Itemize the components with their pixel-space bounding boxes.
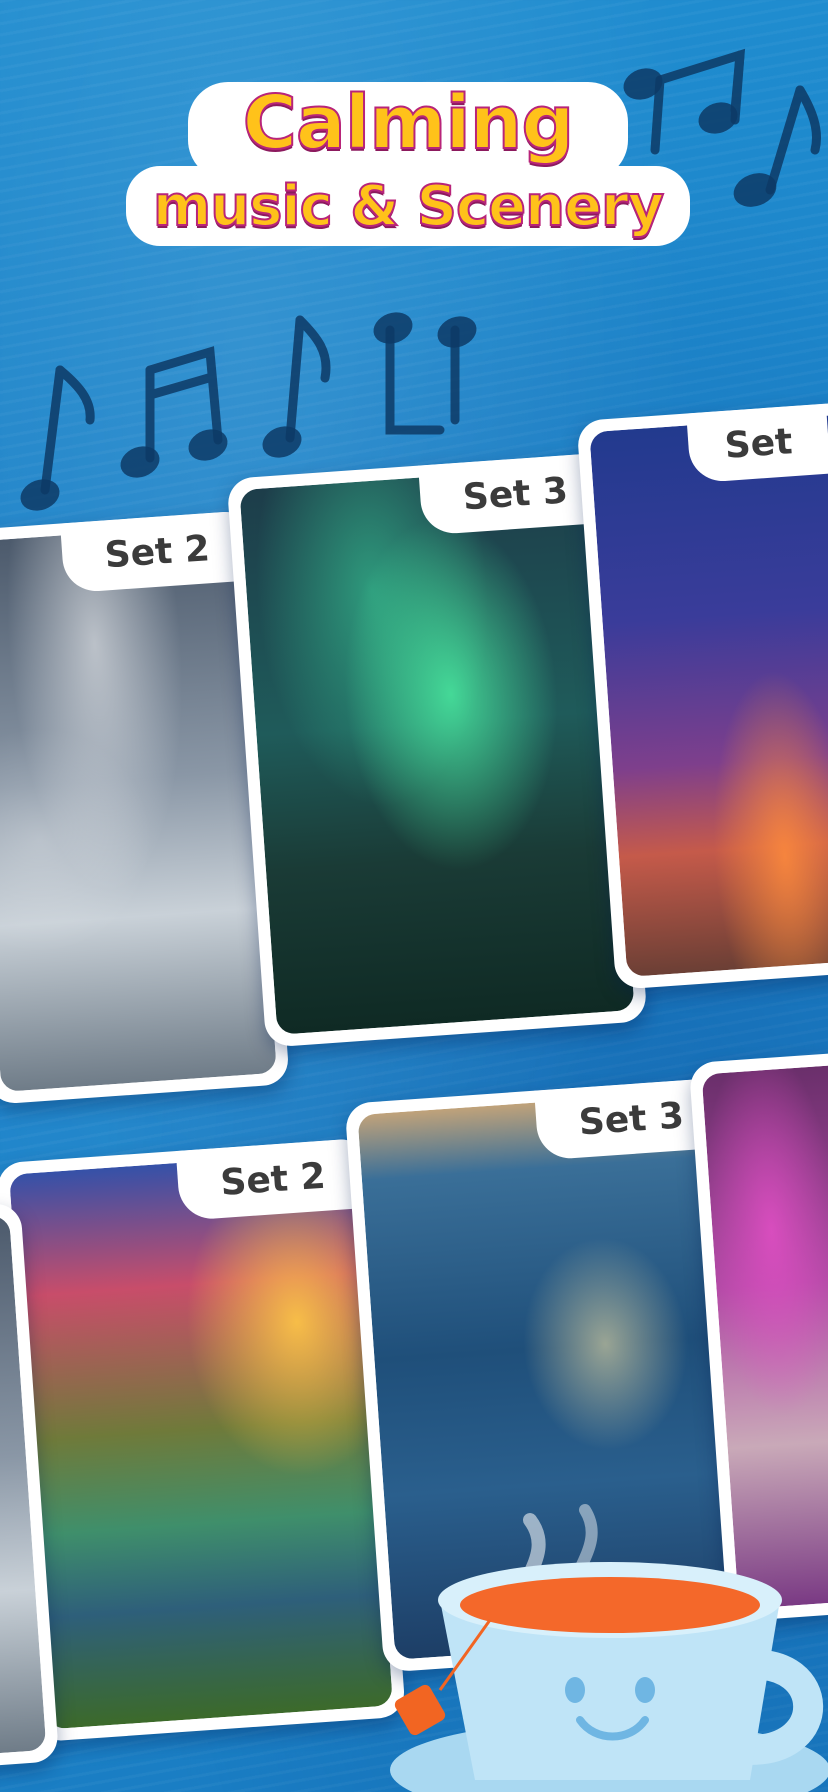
- scene-image-galaxy: [589, 413, 828, 977]
- title-badge: Calming music & Scenery: [118, 74, 698, 254]
- scene-image-aurora: [239, 465, 635, 1035]
- scene-image-waterfall: [9, 1150, 393, 1730]
- title-line-1: Calming: [242, 79, 576, 167]
- set-label-tab: Set 2: [60, 510, 255, 594]
- teacup-icon: [390, 1504, 828, 1792]
- scene-card-set-partial[interactable]: Set: [576, 400, 828, 990]
- title-line-2: music & Scenery: [152, 173, 665, 240]
- music-note-icon: [40, 365, 95, 495]
- music-note-icon: [285, 315, 331, 443]
- scene-card-set-2-bottom[interactable]: Set 2: [0, 1137, 406, 1743]
- music-note-icon: [765, 85, 822, 195]
- set-label-tab: Set: [686, 403, 828, 484]
- set-label-tab: Set 2: [175, 1137, 371, 1221]
